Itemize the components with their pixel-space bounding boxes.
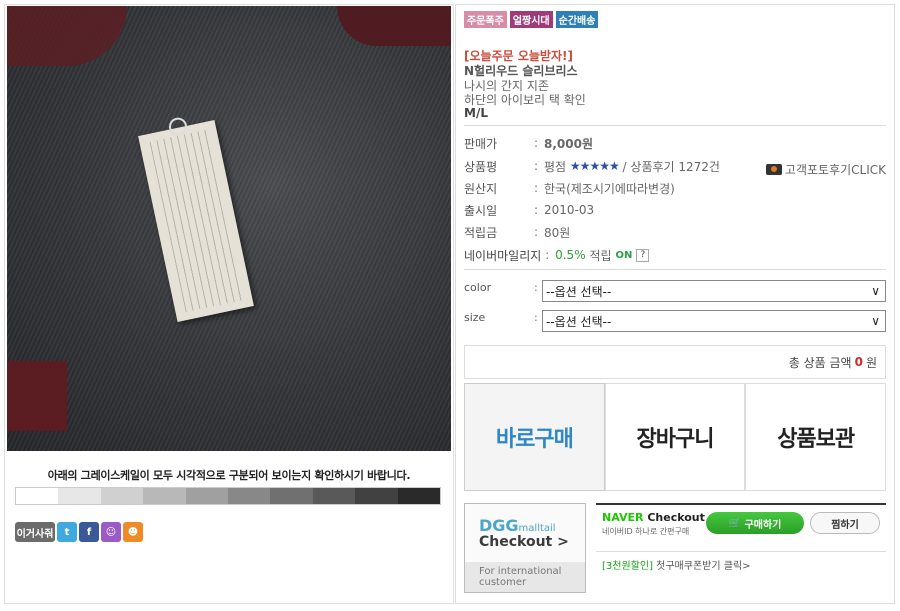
- buy-me-button[interactable]: 이거사줘: [15, 522, 55, 542]
- naver-buy-button[interactable]: 🛒 구매하기: [706, 512, 804, 534]
- buy-now-button[interactable]: 바로구매: [464, 383, 605, 491]
- price-row: 판매가: 8,000원: [464, 136, 593, 151]
- badge-ulzzang: 얼짱시대: [509, 11, 553, 28]
- grayscale-swatch: [228, 488, 271, 504]
- share-bar: 이거사줘 t f ☺ ☻: [15, 522, 143, 542]
- grayscale-swatch: [397, 488, 441, 504]
- option-label-size: size: [464, 311, 486, 324]
- badge-row: 주문폭주 얼짱시대 순간배송: [464, 11, 599, 28]
- points-row: 적립금: 80원: [464, 225, 571, 240]
- price-value: 8,000원: [544, 136, 593, 151]
- grayscale-swatch: [355, 488, 398, 504]
- grayscale-swatch: [143, 488, 186, 504]
- total-amount: 0: [854, 355, 863, 369]
- product-info-panel: 주문폭주 얼짱시대 순간배송 [오늘주문 오늘받자!] N헐리우드 슬리브리스 …: [455, 4, 895, 604]
- product-size: M/L: [464, 106, 488, 120]
- badge-fast-delivery: 순간배송: [555, 11, 599, 28]
- help-icon[interactable]: ?: [636, 248, 650, 262]
- on-badge: ON: [615, 249, 633, 261]
- grayscale-bar: [15, 487, 441, 505]
- dgg-checkout-button[interactable]: DGGmalltail Checkout > For international…: [464, 503, 586, 593]
- chevron-down-icon: ∨: [871, 314, 880, 328]
- review-count[interactable]: / 상품후기 1272건: [623, 158, 720, 175]
- product-image-panel: 아래의 그레이스케일이 모두 시각적으로 구분되어 보이는지 확인하시기 바랍니…: [4, 4, 454, 604]
- grayscale-swatch: [312, 488, 356, 504]
- size-select[interactable]: --옵션 선택-- ∨: [542, 310, 886, 332]
- wishlist-button[interactable]: 상품보관: [745, 383, 887, 491]
- origin-row: 원산지: 한국(제조시기에따라변경): [464, 181, 675, 196]
- grayscale-swatch: [100, 488, 144, 504]
- yozm-icon[interactable]: ☺: [101, 522, 121, 542]
- grayscale-swatch: [58, 488, 101, 504]
- naver-checkout-box: NAVER Checkout 네이버ID 하나로 간편구매 🛒 구매하기 찜하기: [596, 503, 886, 552]
- grayscale-swatch: [185, 488, 229, 504]
- badge-hot-orders: 주문폭주: [464, 11, 507, 28]
- grayscale-notice: 아래의 그레이스케일이 모두 시각적으로 구분되어 보이는지 확인하시기 바랍니…: [47, 469, 411, 482]
- rating-row: 상품평: 평점 ★★★★★ / 상품후기 1272건: [464, 158, 720, 175]
- chevron-down-icon: ∨: [871, 284, 880, 298]
- naver-wish-button[interactable]: 찜하기: [810, 512, 880, 534]
- option-label-color: color: [464, 281, 492, 294]
- total-price-box: 총 상품 금액 0 원: [464, 345, 886, 379]
- me2day-icon[interactable]: ☻: [123, 522, 143, 542]
- photo-review-link[interactable]: 고객포토후기CLICK: [765, 161, 886, 178]
- grayscale-swatch: [270, 488, 313, 504]
- color-select[interactable]: --옵션 선택-- ∨: [542, 280, 886, 302]
- rating-stars: ★★★★★: [569, 159, 620, 173]
- coupon-link[interactable]: [3천원할인] 첫구매쿠폰받기 클릭>: [602, 557, 751, 572]
- product-photo: [7, 6, 451, 451]
- cart-button[interactable]: 장바구니: [604, 383, 746, 491]
- naver-mileage-row: 네이버마일리지 : 0.5% 적립 ON ?: [464, 246, 650, 264]
- facebook-icon[interactable]: f: [79, 522, 99, 542]
- release-row: 출시일: 2010-03: [464, 203, 595, 218]
- camera-icon: [765, 164, 782, 175]
- twitter-icon[interactable]: t: [57, 522, 77, 542]
- action-buttons: 바로구매 장바구니 상품보관: [464, 383, 887, 491]
- grayscale-swatch: [16, 488, 59, 504]
